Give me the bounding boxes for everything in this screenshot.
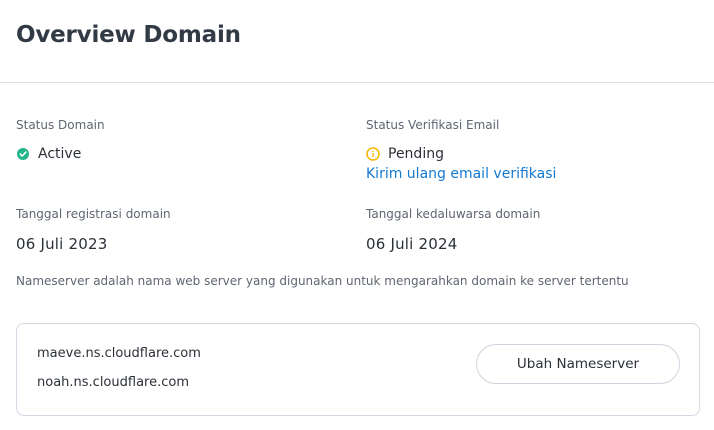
page-header: Overview Domain <box>0 0 714 83</box>
email-verification-field: Status Verifikasi Email Pending Kirim ul… <box>366 117 706 182</box>
registration-date-label: Tanggal registrasi domain <box>16 207 171 221</box>
page-title: Overview Domain <box>16 22 241 48</box>
registration-date-value: 06 Juli 2023 <box>16 235 108 253</box>
expiration-date-field: Tanggal kedaluwarsa domain 06 Juli 2024 <box>366 206 706 253</box>
email-verification-row: Pending <box>366 146 706 162</box>
check-circle-icon <box>16 147 30 161</box>
status-domain-label: Status Domain <box>16 118 105 132</box>
registration-date-field: Tanggal registrasi domain 06 Juli 2023 <box>16 206 356 253</box>
status-domain-row: Active <box>16 146 356 162</box>
nameserver-description: Nameserver adalah nama web server yang d… <box>16 274 629 288</box>
expiration-date-label: Tanggal kedaluwarsa domain <box>366 207 541 221</box>
resend-verification-link[interactable]: Kirim ulang email verifikasi <box>366 166 706 182</box>
status-domain-field: Status Domain Active <box>16 117 356 162</box>
nameserver-card: maeve.ns.cloudflare.com noah.ns.cloudfla… <box>16 323 700 416</box>
expiration-date-value: 06 Juli 2024 <box>366 235 458 253</box>
change-nameserver-button[interactable]: Ubah Nameserver <box>476 344 680 384</box>
email-verification-value: Pending <box>388 146 444 162</box>
nameserver-item: maeve.ns.cloudflare.com <box>37 346 201 361</box>
email-verification-label: Status Verifikasi Email <box>366 118 500 132</box>
status-domain-value: Active <box>38 146 82 162</box>
info-circle-icon <box>366 147 380 161</box>
nameserver-item: noah.ns.cloudflare.com <box>37 375 189 390</box>
